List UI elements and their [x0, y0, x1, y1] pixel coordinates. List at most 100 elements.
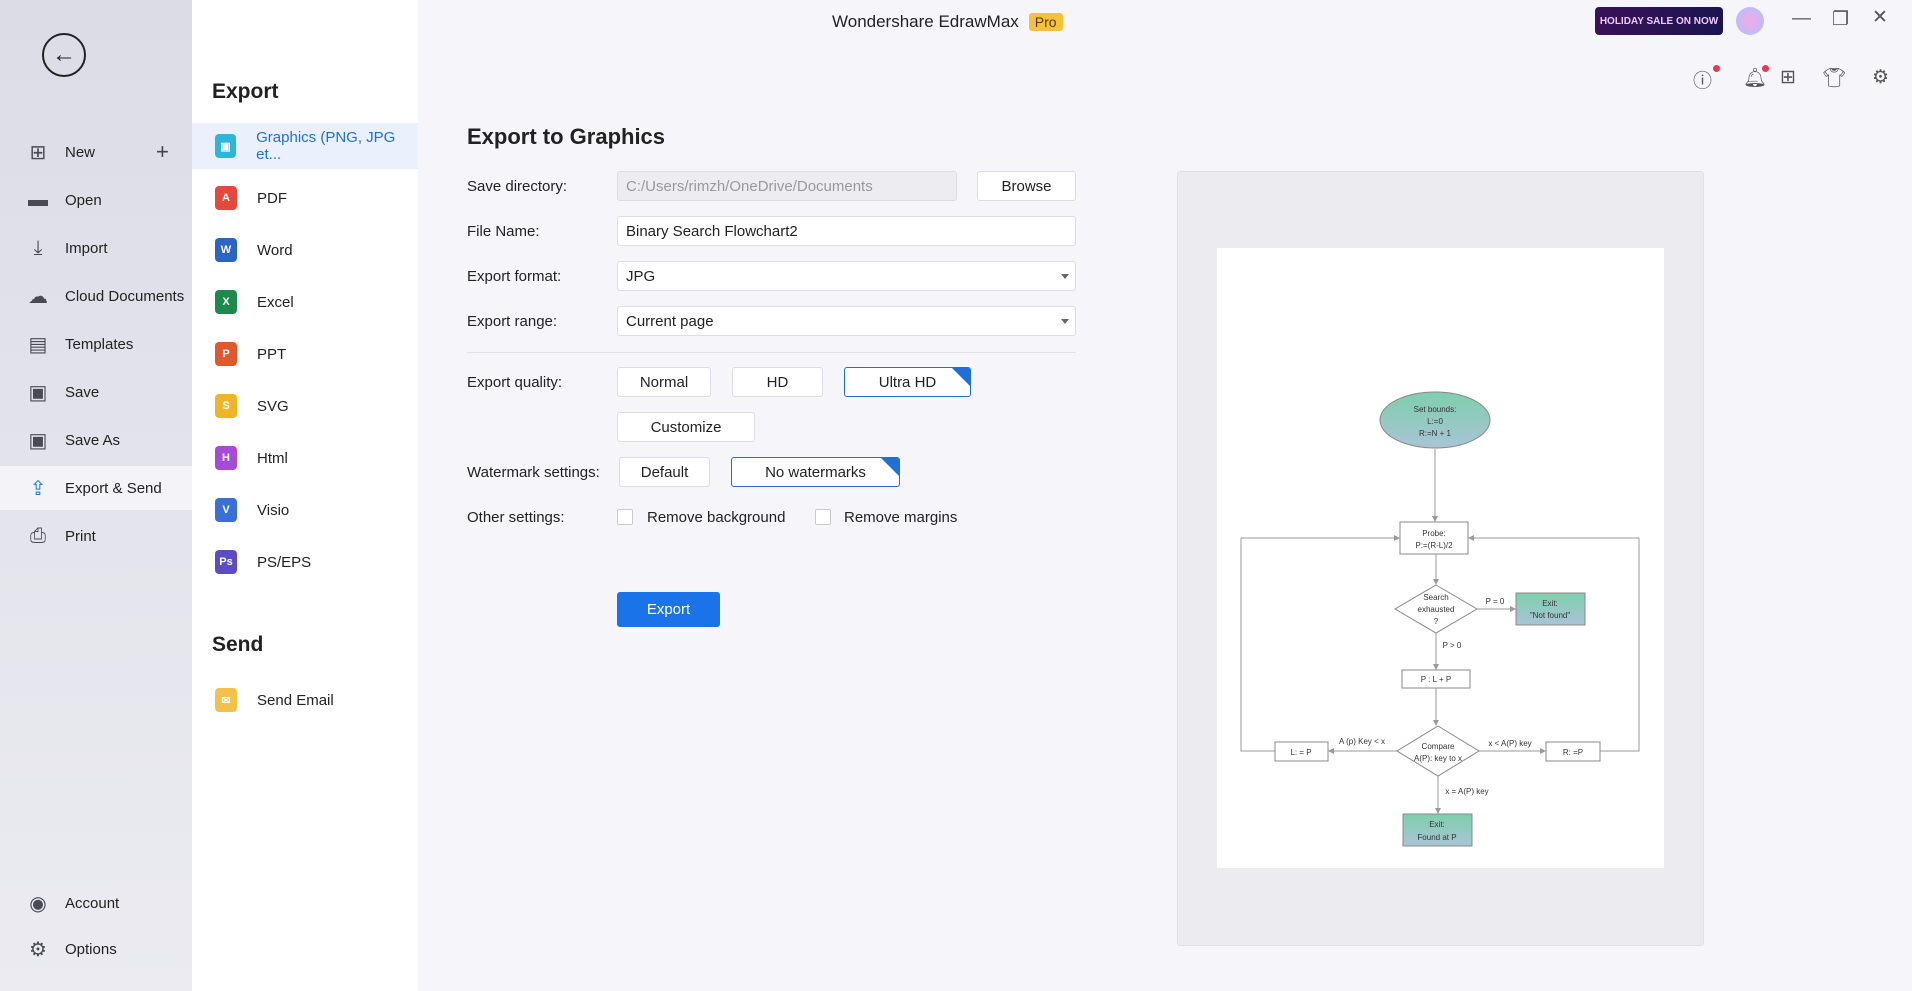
- svg-text:Set bounds:: Set bounds:: [1414, 405, 1457, 414]
- add-icon[interactable]: +: [156, 139, 169, 165]
- sidebar-item-new[interactable]: ⊞ New +: [0, 130, 192, 174]
- svg-text:Exit:: Exit:: [1542, 599, 1558, 608]
- menu-item-export-excel[interactable]: X Excel: [192, 279, 418, 325]
- word-file-icon: W: [215, 238, 237, 262]
- cloud-icon: ☁: [28, 285, 48, 308]
- back-button[interactable]: ←: [42, 33, 86, 77]
- pro-badge: Pro: [1028, 13, 1063, 31]
- gear-icon: ⚙: [29, 938, 47, 961]
- menu-item-export-pdf[interactable]: A PDF: [192, 175, 418, 221]
- file-name-input[interactable]: Binary Search Flowchart2: [617, 216, 1076, 246]
- svg-text:x < A(P) key: x < A(P) key: [1488, 739, 1531, 748]
- chevron-down-icon: [1061, 274, 1069, 279]
- save-icon: ▣: [28, 381, 48, 404]
- menu-item-export-graphics[interactable]: ▣ Graphics (PNG, JPG et...: [192, 123, 418, 169]
- sidebar-item-open[interactable]: ▬ Open: [0, 178, 192, 222]
- save-directory-label: Save directory:: [467, 178, 568, 195]
- svg-text:P:=(R-L)/2: P:=(R-L)/2: [1415, 541, 1453, 550]
- excel-file-icon: X: [215, 290, 237, 314]
- svg-text:R:=N + 1: R:=N + 1: [1419, 429, 1452, 438]
- svg-text:?: ?: [1434, 617, 1439, 626]
- sidebar-item-save[interactable]: ▣ Save: [0, 370, 192, 414]
- divider: [467, 352, 1076, 353]
- remove-margins-label: Remove margins: [844, 509, 958, 526]
- avatar[interactable]: [1736, 7, 1764, 35]
- watermark-default-button[interactable]: Default: [619, 457, 710, 487]
- page-title: Export to Graphics: [467, 124, 666, 149]
- quality-ultra-hd-button[interactable]: Ultra HD: [844, 367, 971, 397]
- minimize-icon[interactable]: —: [1792, 8, 1811, 30]
- save-directory-input[interactable]: C:/Users/rimzh/OneDrive/Documents: [617, 171, 957, 201]
- exit-not-found-node: [1515, 592, 1586, 626]
- svg-text:Search: Search: [1423, 593, 1448, 602]
- svg-text:P > 0: P > 0: [1443, 641, 1462, 650]
- remove-background-label: Remove background: [647, 509, 786, 526]
- window-title: Wondershare EdrawMax Pro: [832, 12, 1063, 32]
- svg-text:L: = P: L: = P: [1290, 748, 1311, 757]
- help-icon[interactable]: ⓘ: [1693, 66, 1712, 93]
- sidebar-item-print[interactable]: ⎙ Print: [0, 514, 192, 558]
- holiday-sale-banner[interactable]: HOLIDAY SALE ON NOW: [1595, 7, 1723, 35]
- pdf-file-icon: A: [215, 186, 237, 210]
- svg-text:exhausted: exhausted: [1418, 605, 1455, 614]
- browse-button[interactable]: Browse: [977, 171, 1076, 201]
- folder-icon: ▬: [28, 188, 48, 211]
- email-icon: ✉: [215, 688, 237, 712]
- menu-item-export-pseps[interactable]: Ps PS/EPS: [192, 539, 418, 585]
- export-format-label: Export format:: [467, 268, 562, 285]
- customize-button[interactable]: Customize: [617, 412, 755, 442]
- close-icon[interactable]: ✕: [1872, 6, 1888, 29]
- shirt-icon[interactable]: 👕︎: [1822, 66, 1846, 90]
- decision-compare: [1396, 725, 1480, 777]
- export-quality-label: Export quality:: [467, 374, 563, 391]
- svg-text:A (p) Key < x: A (p) Key < x: [1339, 737, 1385, 746]
- export-range-select[interactable]: Current page: [617, 306, 1076, 336]
- export-range-label: Export range:: [467, 313, 558, 330]
- ppt-file-icon: P: [215, 342, 237, 366]
- print-icon: ⎙: [30, 524, 46, 547]
- sidebar-item-account[interactable]: ◉ Account: [0, 881, 192, 925]
- plus-square-icon: ⊞: [29, 141, 47, 164]
- graphics-file-icon: ▣: [215, 134, 237, 158]
- send-heading: Send: [212, 633, 264, 656]
- svg-text:"Not found": "Not found": [1530, 611, 1571, 620]
- svg-text:P = 0: P = 0: [1486, 597, 1505, 606]
- menu-item-send-email[interactable]: ✉ Send Email: [192, 677, 418, 723]
- sidebar-item-export-send[interactable]: ⇪ Export & Send: [0, 466, 192, 510]
- templates-icon: ▤: [28, 333, 48, 356]
- quality-normal-button[interactable]: Normal: [617, 367, 711, 397]
- sidebar-item-options[interactable]: ⚙ Options: [0, 927, 192, 971]
- menu-item-export-word[interactable]: W Word: [192, 227, 418, 273]
- svg-text:P : L + P: P : L + P: [1421, 675, 1451, 684]
- quality-hd-button[interactable]: HD: [732, 367, 823, 397]
- svg-file-icon: S: [215, 394, 237, 418]
- pseps-file-icon: Ps: [215, 550, 237, 574]
- sidebar-item-templates[interactable]: ▤ Templates: [0, 322, 192, 366]
- menu-item-export-svg[interactable]: S SVG: [192, 383, 418, 429]
- menu-item-export-html[interactable]: H Html: [192, 435, 418, 481]
- svg-text:Found at P: Found at P: [1417, 833, 1456, 842]
- apps-icon[interactable]: ⊞: [1780, 66, 1796, 89]
- svg-text:A(P): key to x: A(P): key to x: [1414, 754, 1462, 763]
- no-watermarks-button[interactable]: No watermarks: [731, 457, 900, 487]
- menu-item-export-visio[interactable]: V Visio: [192, 487, 418, 533]
- export-icon: ⇪: [29, 477, 47, 500]
- svg-text:L:=0: L:=0: [1427, 417, 1443, 426]
- html-file-icon: H: [215, 446, 237, 470]
- export-format-select[interactable]: JPG: [617, 261, 1076, 291]
- export-heading: Export: [212, 80, 279, 103]
- sidebar-item-cloud-documents[interactable]: ☁ Cloud Documents: [0, 274, 192, 318]
- remove-background-checkbox[interactable]: [617, 509, 633, 525]
- export-button[interactable]: Export: [617, 592, 720, 627]
- restore-icon[interactable]: ❐: [1832, 8, 1849, 31]
- sidebar-item-import[interactable]: ⤓ Import: [0, 226, 192, 270]
- flowchart-preview: Set bounds: L:=0 R:=N + 1 Probe: P:=(R-L…: [1240, 391, 1640, 847]
- menu-item-export-ppt[interactable]: P PPT: [192, 331, 418, 377]
- sidebar-item-save-as[interactable]: ▣ Save As: [0, 418, 192, 462]
- settings-gear-icon[interactable]: ⚙: [1872, 66, 1889, 89]
- svg-text:Exit:: Exit:: [1429, 820, 1445, 829]
- chevron-down-icon: [1061, 319, 1069, 324]
- import-icon: ⤓: [33, 236, 43, 259]
- save-as-icon: ▣: [28, 429, 48, 452]
- remove-margins-checkbox[interactable]: [815, 509, 831, 525]
